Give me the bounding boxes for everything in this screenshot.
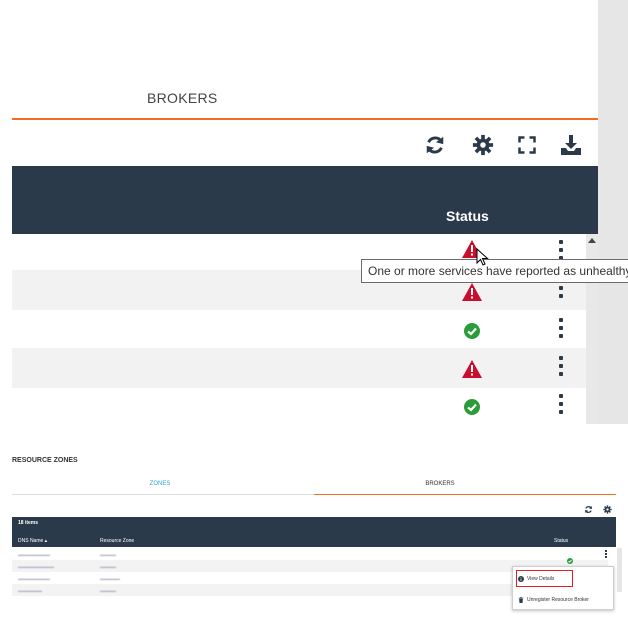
column-header-dns-name[interactable]: DNS Name ▴: [18, 538, 47, 544]
trash-icon: [518, 597, 524, 603]
active-tab-indicator: [12, 118, 598, 120]
download-icon[interactable]: [556, 130, 586, 160]
redacted-zone-cell: ▬▬▬▬▬: [100, 576, 120, 581]
tab-brokers-small[interactable]: BROKERS: [400, 481, 480, 487]
active-tab-indicator-small: [314, 494, 616, 495]
unregister-label: Unregister Resource Broker: [527, 597, 589, 603]
gear-icon[interactable]: [468, 130, 498, 160]
item-count: 18 items: [18, 520, 39, 526]
fullscreen-icon[interactable]: [512, 130, 542, 160]
page-scrollbar[interactable]: [598, 0, 628, 424]
table-row[interactable]: [12, 308, 586, 348]
refresh-icon[interactable]: [420, 130, 450, 160]
refresh-icon[interactable]: [582, 503, 594, 515]
column-header-resource-zone[interactable]: Resource Zone: [100, 538, 134, 544]
table-header: [12, 166, 598, 234]
redacted-dns-cell: ▬▬▬▬▬▬▬▬: [18, 552, 50, 557]
check-circle-icon: [459, 394, 485, 420]
tab-zones[interactable]: ZONES: [120, 481, 200, 487]
redacted-dns-cell: ▬▬▬▬▬▬▬▬▬: [18, 564, 54, 569]
tab-divider: [12, 494, 314, 495]
highlight-box: [516, 570, 573, 587]
redacted-dns-cell: ▬▬▬▬▬▬▬▬: [18, 576, 50, 581]
redacted-zone-cell: ▬▬▬▬: [100, 552, 116, 557]
mouse-cursor-icon: [476, 247, 490, 273]
row-actions-menu-icon[interactable]: [605, 550, 608, 558]
menu-item-unregister[interactable]: Unregister Resource Broker: [518, 597, 589, 603]
redacted-dns-cell: ▬▬▬▬▬▬: [18, 588, 42, 593]
redacted-zone-cell: ▬▬▬▬: [100, 588, 116, 593]
table-row[interactable]: [12, 348, 586, 388]
check-circle-icon: [459, 318, 485, 344]
section-title: RESOURCE ZONES: [12, 457, 78, 464]
row-actions-menu-icon[interactable]: [554, 316, 568, 340]
table-row[interactable]: [12, 386, 586, 426]
table-scrollbar-small[interactable]: [617, 548, 622, 592]
redacted-zone-cell: ▬▬▬▬: [100, 564, 116, 569]
gear-icon[interactable]: [601, 503, 613, 515]
table-row[interactable]: ▬▬▬▬▬▬▬▬ ▬▬▬▬: [12, 548, 608, 560]
row-actions-menu-icon[interactable]: [554, 354, 568, 378]
column-header-status[interactable]: Status: [554, 538, 568, 544]
status-tooltip: One or more services have reported as un…: [361, 259, 628, 283]
status-column-header[interactable]: Status: [446, 208, 489, 224]
warning-icon: [459, 356, 485, 382]
row-actions-menu-icon[interactable]: [554, 392, 568, 416]
tab-brokers[interactable]: BROKERS: [147, 90, 218, 106]
